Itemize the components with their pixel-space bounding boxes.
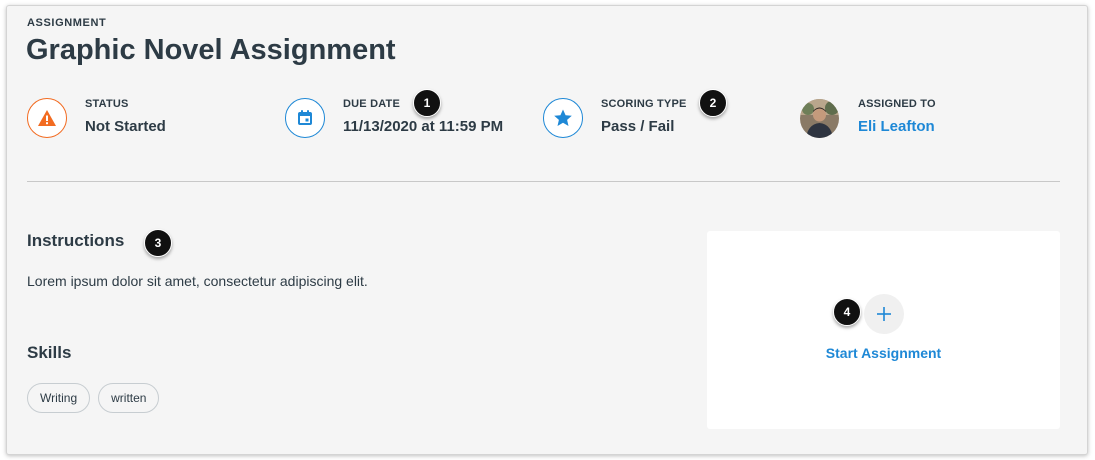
callout-badge-1: 1	[413, 89, 441, 117]
scoring-type-label: SCORING TYPE	[601, 98, 687, 110]
avatar	[800, 99, 839, 138]
assigned-to-label: ASSIGNED TO	[858, 98, 936, 110]
section-divider	[27, 181, 1060, 182]
start-assignment-link[interactable]: Start Assignment	[707, 345, 1060, 361]
status-value: Not Started	[85, 118, 166, 135]
due-date-label: DUE DATE	[343, 98, 401, 110]
callout-badge-3: 3	[144, 229, 172, 257]
star-icon	[543, 98, 583, 138]
due-date-value: 11/13/2020 at 11:59 PM	[343, 118, 504, 135]
skill-tag[interactable]: Writing	[27, 383, 91, 413]
callout-badge-4: 4	[833, 298, 861, 326]
callout-badge-2: 2	[699, 89, 727, 117]
plus-icon	[877, 307, 891, 321]
instructions-text: Lorem ipsum dolor sit amet, consectetur …	[27, 273, 368, 289]
assignee-link[interactable]: Eli Leafton	[858, 118, 935, 135]
skills-list: Writing written	[27, 383, 160, 413]
skills-heading: Skills	[27, 343, 72, 362]
page-eyebrow: ASSIGNMENT	[27, 17, 107, 29]
add-submission-button[interactable]	[864, 294, 904, 334]
warning-icon	[27, 98, 67, 138]
start-assignment-card: Start Assignment	[707, 231, 1060, 429]
status-meta: STATUS Not Started	[27, 94, 227, 142]
skill-tag[interactable]: written	[98, 383, 160, 413]
assigned-to-meta: ASSIGNED TO Eli Leafton	[800, 94, 1000, 142]
assignment-panel: ASSIGNMENT Graphic Novel Assignment STAT…	[6, 5, 1088, 455]
instructions-heading: Instructions	[27, 231, 125, 250]
due-date-meta: DUE DATE 11/13/2020 at 11:59 PM	[285, 94, 515, 142]
page-title: Graphic Novel Assignment	[26, 34, 396, 66]
status-label: STATUS	[85, 98, 129, 110]
scoring-type-value: Pass / Fail	[601, 118, 675, 135]
calendar-icon	[285, 98, 325, 138]
